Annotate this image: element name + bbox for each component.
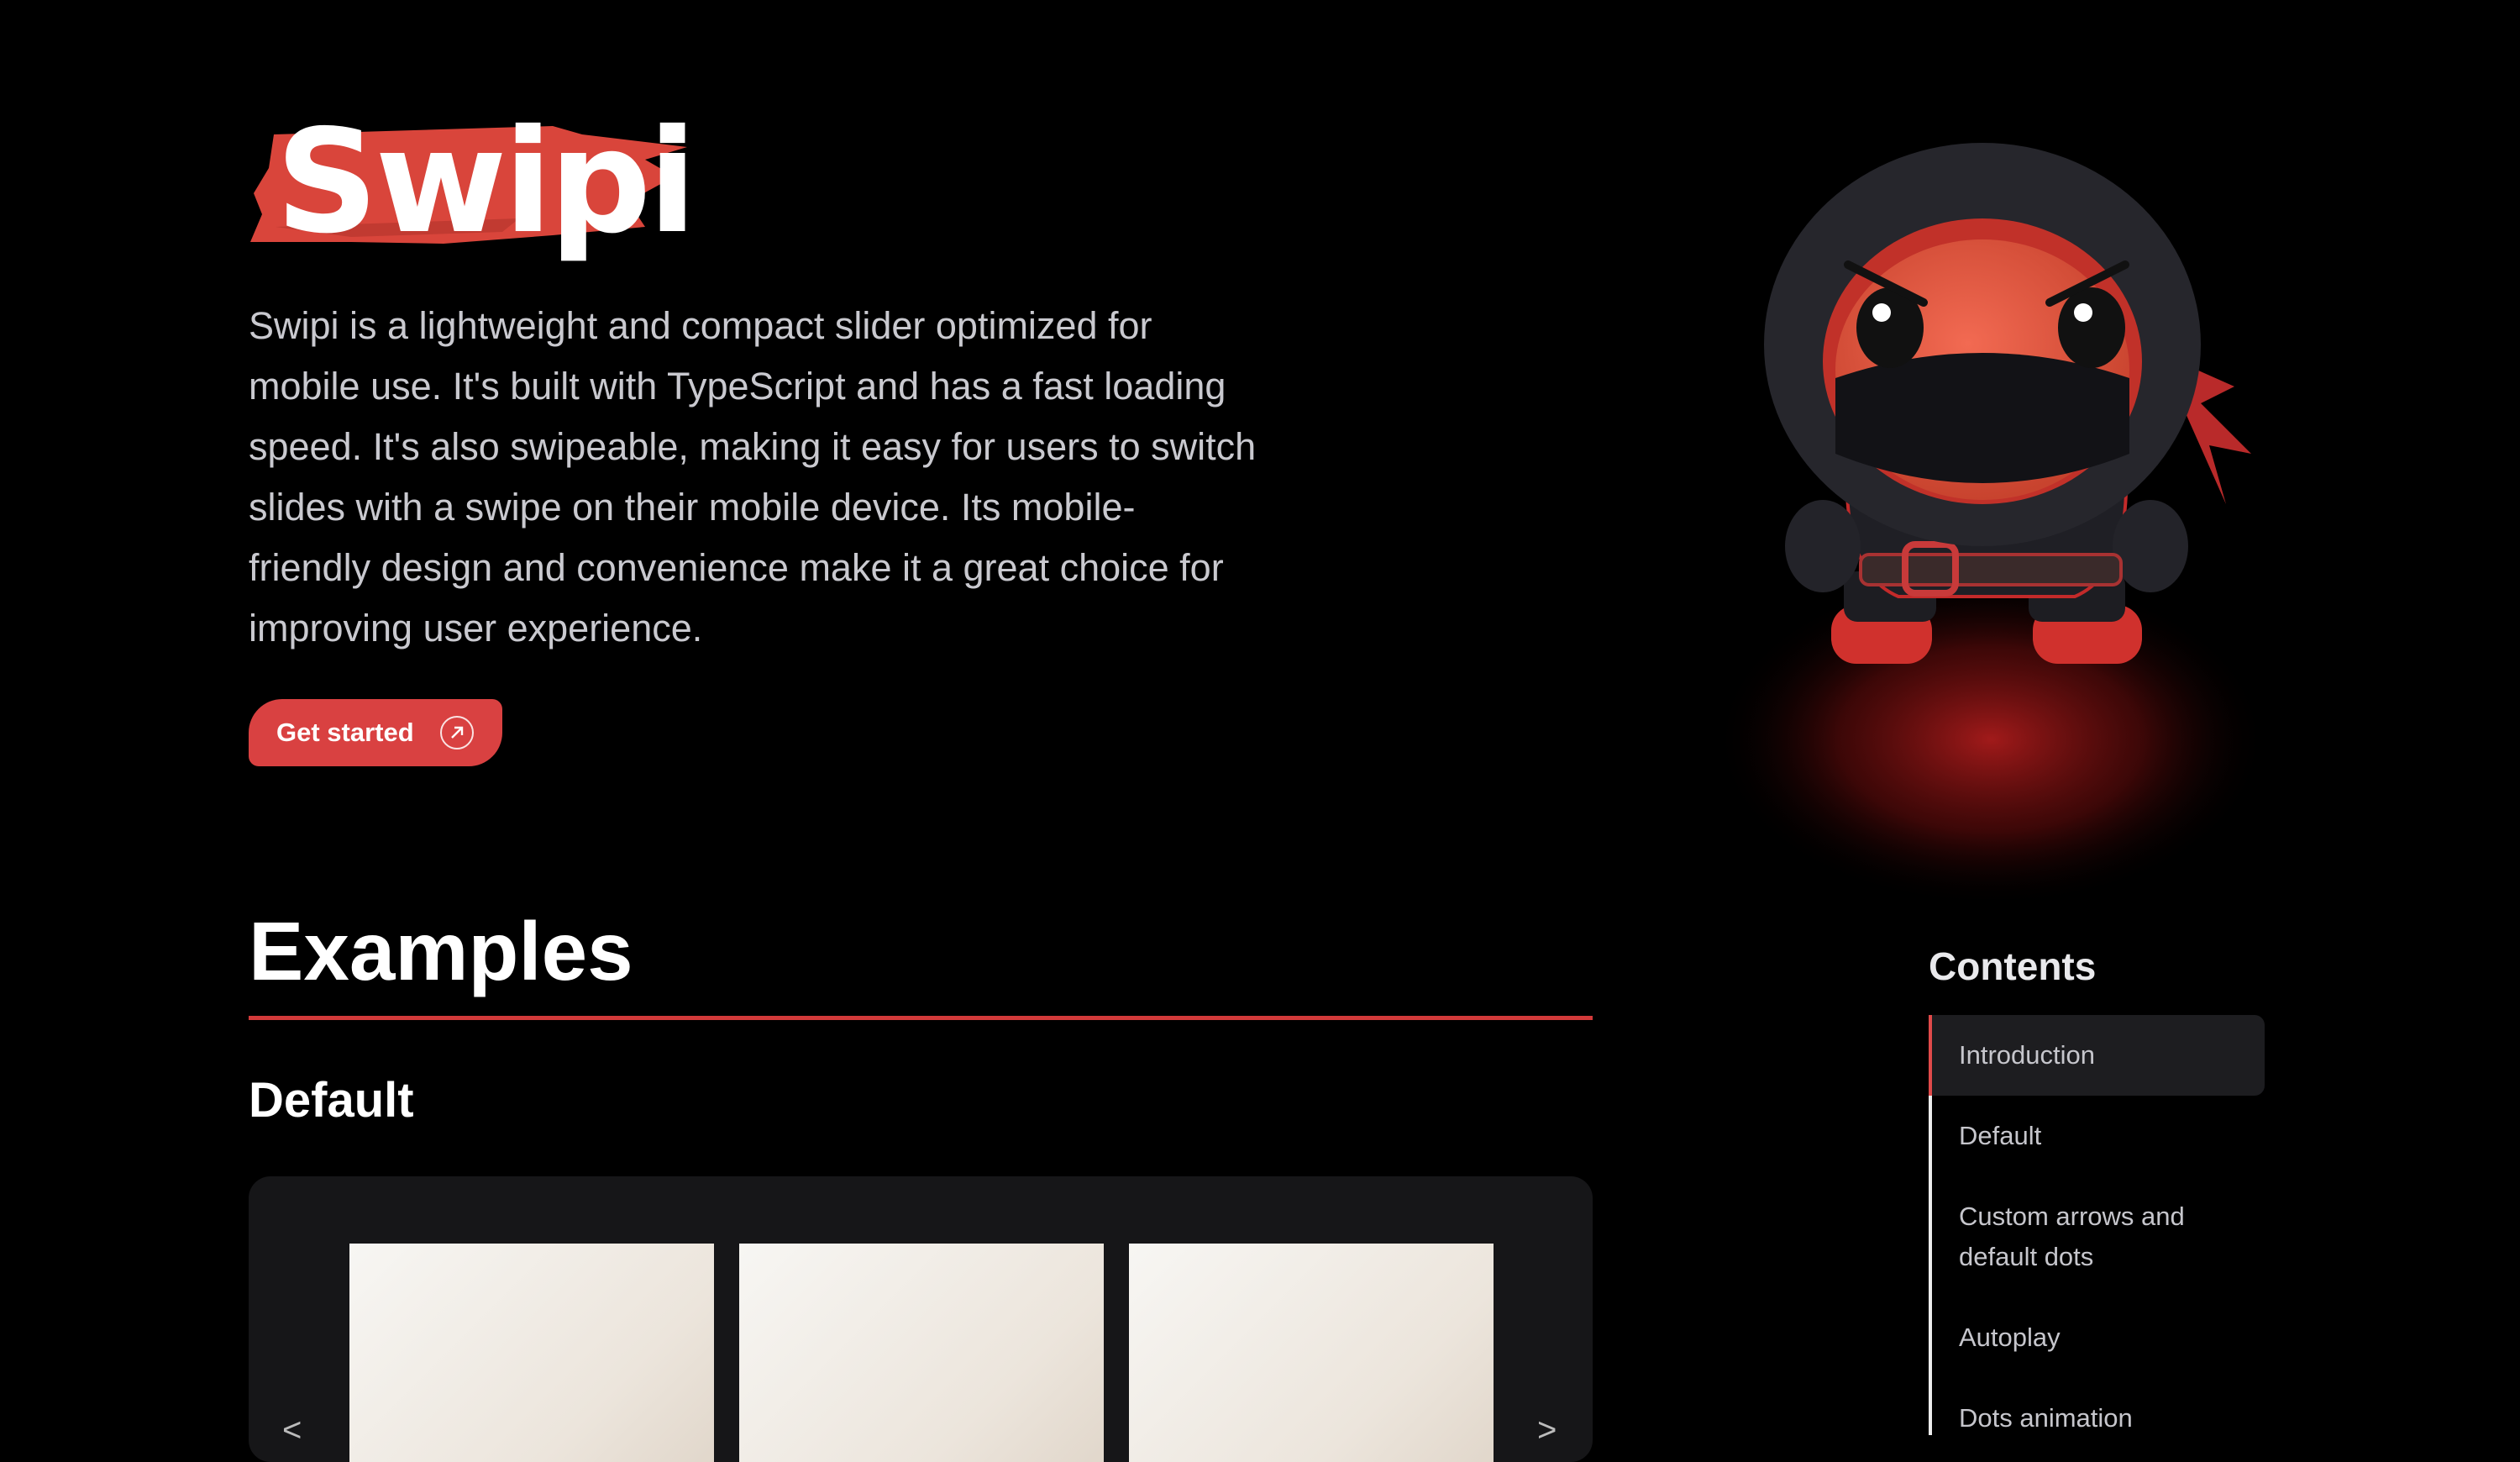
toc-item-custom-arrows[interactable]: Custom arrows and default dots — [1932, 1196, 2265, 1277]
logo[interactable]: Swipi — [250, 99, 697, 266]
slide-card[interactable] — [349, 1244, 714, 1462]
slide-card[interactable] — [1129, 1244, 1494, 1462]
default-heading: Default — [249, 1073, 414, 1128]
next-arrow-button[interactable]: > — [1537, 1413, 1557, 1447]
slide-card[interactable] — [739, 1244, 1104, 1462]
toc-item-default[interactable]: Default — [1932, 1116, 2265, 1156]
toc-item-autoplay[interactable]: Autoplay — [1932, 1317, 2265, 1358]
toc-item-dots-animation[interactable]: Dots animation — [1932, 1398, 2265, 1438]
examples-divider — [249, 1016, 1593, 1020]
intro-text: Swipi is a lightweight and compact slide… — [249, 304, 1257, 649]
prev-arrow-button[interactable]: < — [282, 1413, 302, 1447]
table-of-contents: Introduction Default Custom arrows and d… — [1929, 1015, 2268, 1435]
ninja-mascot-illustration — [1697, 101, 2302, 907]
get-started-label: Get started — [276, 718, 414, 747]
slider-demo-panel: < > — [249, 1176, 1593, 1462]
logo-text: Swipi — [276, 99, 697, 266]
contents-heading: Contents — [1929, 944, 2097, 988]
arrow-up-right-icon — [440, 716, 474, 749]
get-started-button[interactable]: Get started — [249, 699, 502, 766]
examples-heading: Examples — [249, 905, 633, 997]
toc-item-introduction[interactable]: Introduction — [1929, 1015, 2265, 1096]
